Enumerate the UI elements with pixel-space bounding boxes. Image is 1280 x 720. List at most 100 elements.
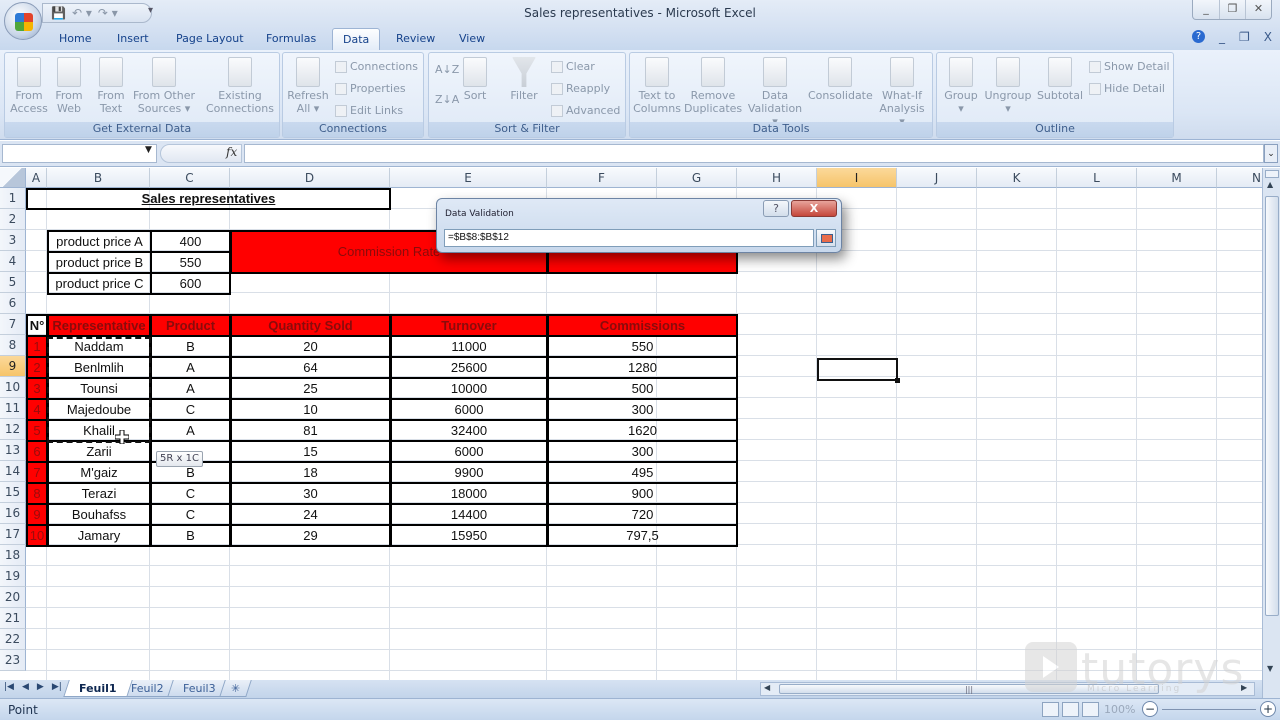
row-header-6[interactable]: 6 — [0, 293, 26, 314]
column-header-e[interactable]: E — [390, 168, 547, 188]
chevron-down-icon[interactable]: ▼ — [145, 145, 152, 155]
table-cell-quantity-sold[interactable]: 18 — [230, 461, 391, 484]
table-cell-quantity-sold[interactable]: 25 — [230, 377, 391, 400]
table-cell-quantity-sold[interactable]: 30 — [230, 482, 391, 505]
formula-input[interactable] — [244, 144, 1264, 163]
price-value-cell[interactable]: 600 — [150, 272, 231, 295]
table-cell-commissions[interactable]: 550 — [547, 335, 738, 358]
expand-dialog-icon[interactable] — [816, 229, 836, 247]
table-cell-commissions[interactable]: 1620 — [547, 419, 738, 442]
table-cell-turnover[interactable]: 9900 — [390, 461, 548, 484]
sort-button[interactable]: Sort — [459, 57, 491, 102]
row-header-8[interactable]: 8 — [0, 335, 26, 356]
properties-button[interactable]: Properties — [335, 82, 406, 95]
table-cell-commissions[interactable]: 1280 — [547, 356, 738, 379]
table-cell-commissions[interactable]: 797,5 — [547, 524, 738, 547]
minimize-button[interactable]: _ — [1193, 0, 1219, 19]
column-header-m[interactable]: M — [1137, 168, 1217, 188]
sheet-tab-feuil1[interactable]: Feuil1 — [63, 680, 133, 697]
name-box[interactable] — [2, 144, 157, 163]
ungroup-button[interactable]: Ungroup ▾ — [983, 57, 1033, 115]
table-cell-commissions[interactable]: 300 — [547, 440, 738, 463]
data-validation-button[interactable]: DataValidation ▾ — [744, 57, 806, 128]
table-cell-quantity-sold[interactable]: 24 — [230, 503, 391, 526]
table-cell-representative[interactable]: Terazi — [47, 482, 151, 505]
row-number-cell[interactable]: 4 — [26, 398, 48, 421]
row-number-cell[interactable]: 3 — [26, 377, 48, 400]
table-header-number[interactable]: N° — [26, 314, 48, 337]
column-header-d[interactable]: D — [230, 168, 390, 188]
tab-page-layout[interactable]: Page Layout — [176, 32, 244, 45]
table-cell-representative[interactable]: Bouhafss — [47, 503, 151, 526]
show-detail-button[interactable]: Show Detail — [1089, 60, 1170, 73]
row-header-10[interactable]: 10 — [0, 377, 26, 398]
table-cell-quantity-sold[interactable]: 64 — [230, 356, 391, 379]
column-header-a[interactable]: A — [26, 168, 47, 188]
table-cell-quantity-sold[interactable]: 29 — [230, 524, 391, 547]
table-cell-product[interactable]: C — [150, 482, 231, 505]
table-cell-product[interactable]: C — [150, 503, 231, 526]
zoom-in-button[interactable]: + — [1260, 701, 1276, 717]
row-header-3[interactable]: 3 — [0, 230, 26, 251]
scroll-down-icon[interactable]: ▼ — [1267, 664, 1273, 673]
row-header-9[interactable]: 9 — [0, 356, 26, 377]
column-header-j[interactable]: J — [897, 168, 977, 188]
table-cell-product[interactable]: B — [150, 335, 231, 358]
office-button[interactable] — [4, 2, 42, 40]
tab-review[interactable]: Review — [396, 32, 435, 45]
remove-duplicates-button[interactable]: Remove Duplicates — [684, 57, 742, 115]
row-header-18[interactable]: 18 — [0, 545, 26, 566]
close-button[interactable]: ✕ — [1245, 0, 1271, 19]
column-header-n[interactable]: N — [1217, 168, 1262, 188]
clear-button[interactable]: Clear — [551, 60, 595, 73]
source-range-input[interactable]: =$B$8:$B$12 — [444, 229, 814, 247]
table-cell-turnover[interactable]: 25600 — [390, 356, 548, 379]
table-cell-turnover[interactable]: 32400 — [390, 419, 548, 442]
table-cell-turnover[interactable]: 6000 — [390, 440, 548, 463]
table-cell-commissions[interactable]: 720 — [547, 503, 738, 526]
insert-function-icon[interactable]: fx — [226, 145, 237, 159]
table-cell-turnover[interactable]: 10000 — [390, 377, 548, 400]
price-value-cell[interactable]: 400 — [150, 230, 231, 253]
active-cell[interactable] — [817, 358, 900, 383]
price-value-cell[interactable]: 550 — [150, 251, 231, 274]
row-header-7[interactable]: 7 — [0, 314, 26, 335]
tab-view[interactable]: View — [459, 32, 485, 45]
restore-button[interactable]: ❐ — [1219, 0, 1245, 19]
row-number-cell[interactable]: 2 — [26, 356, 48, 379]
row-number-cell[interactable]: 7 — [26, 461, 48, 484]
dialog-close-button[interactable]: X — [791, 200, 837, 217]
table-header-turnover[interactable]: Turnover — [390, 314, 548, 337]
workbook-restore-button[interactable]: ❐ — [1239, 30, 1250, 44]
table-cell-turnover[interactable]: 14400 — [390, 503, 548, 526]
row-header-19[interactable]: 19 — [0, 566, 26, 587]
row-header-20[interactable]: 20 — [0, 587, 26, 608]
group-button[interactable]: Group ▾ — [941, 57, 981, 115]
from-web-button[interactable]: From Web — [51, 57, 87, 115]
refresh-all-button[interactable]: Refresh All ▾ — [287, 57, 329, 115]
row-number-cell[interactable]: 1 — [26, 335, 48, 358]
price-label-cell[interactable]: product price A — [47, 230, 152, 253]
row-header-17[interactable]: 17 — [0, 524, 26, 545]
column-header-h[interactable]: H — [737, 168, 817, 188]
first-sheet-icon[interactable]: |◀ — [4, 682, 14, 692]
table-header-commissions[interactable]: Commissions — [547, 314, 738, 337]
hide-detail-button[interactable]: Hide Detail — [1089, 82, 1165, 95]
row-header-2[interactable]: 2 — [0, 209, 26, 230]
table-cell-commissions[interactable]: 900 — [547, 482, 738, 505]
table-cell-commissions[interactable]: 495 — [547, 461, 738, 484]
column-header-i[interactable]: I — [817, 168, 897, 188]
table-cell-turnover[interactable]: 15950 — [390, 524, 548, 547]
what-if-analysis-button[interactable]: What-IfAnalysis ▾ — [876, 57, 928, 128]
table-cell-product[interactable]: A — [150, 377, 231, 400]
column-header-c[interactable]: C — [150, 168, 230, 188]
dialog-help-button[interactable]: ? — [763, 200, 789, 217]
table-cell-representative[interactable]: M'gaiz — [47, 461, 151, 484]
row-number-cell[interactable]: 8 — [26, 482, 48, 505]
page-break-view-icon[interactable] — [1082, 702, 1099, 717]
table-cell-quantity-sold[interactable]: 15 — [230, 440, 391, 463]
existing-connections-button[interactable]: Existing Connections — [203, 57, 277, 115]
sort-a-to-z-button[interactable]: A↓Z — [435, 63, 459, 76]
tab-data[interactable]: Data — [332, 28, 381, 50]
table-cell-quantity-sold[interactable]: 10 — [230, 398, 391, 421]
